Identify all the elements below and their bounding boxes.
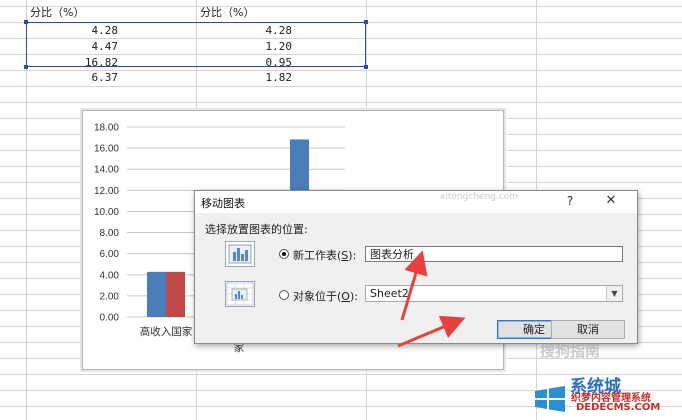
windows-logo-icon bbox=[535, 386, 565, 412]
arrow-to-ok-icon bbox=[397, 315, 466, 348]
watermark-text: 搜狗指南 bbox=[540, 342, 601, 360]
watermark-text: DEDECMS.COM bbox=[576, 402, 661, 413]
arrow-to-input-icon bbox=[400, 250, 428, 321]
watermark-text: xitongcheng.com bbox=[440, 192, 518, 202]
